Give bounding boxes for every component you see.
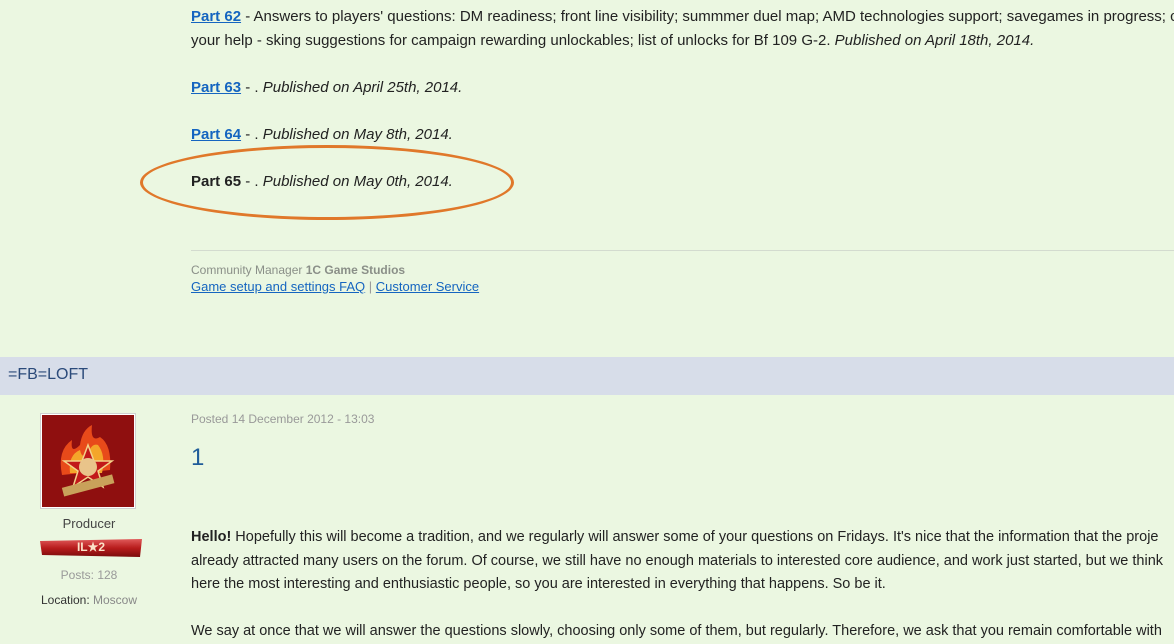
posted-label: Posted [191,412,229,426]
rank-badge: IL★2 [40,539,142,557]
customer-service-link[interactable]: Customer Service [376,279,479,294]
user-location: Location: Moscow [0,593,178,607]
signature-links: Game setup and settings FAQ | Customer S… [191,279,479,294]
avatar[interactable] [40,413,136,509]
part-62-published: Published on April 18th, 2014. [834,32,1035,49]
part-64-link[interactable]: Part 64 [191,126,241,143]
post-count: Posts: 128 [60,568,118,582]
post-date: Posted 14 December 2012 - 13:03 [191,412,374,426]
part-63-line: Part 63 - . Published on April 25th, 201… [191,76,462,100]
post-body-line-2: already attracted many users on the foru… [191,552,1164,569]
post-body-line-3: here the most interesting and enthusiast… [191,576,886,592]
rank-label: IL★2 [76,540,106,554]
part-62-line-1: Part 62 - Answers to players' questions:… [191,5,1174,29]
part-62-desc-2: your help - sking suggestions for campai… [191,32,835,49]
username-link[interactable]: =FB=LOFT [8,366,88,384]
part-62-link[interactable]: Part 62 [191,8,241,25]
user-role: Producer [62,516,116,531]
signature-role-prefix: Community Manager [191,263,306,277]
post-number[interactable]: 1 [191,444,204,472]
avatar-image [42,415,134,507]
post-body-text-1: Hopefully this will become a tradition, … [231,529,1159,545]
location-value: Moscow [93,593,138,607]
location-label: Location: [40,593,90,607]
part-63-published: Published on April 25th, 2014. [262,79,463,96]
part-64-line: Part 64 - . Published on May 8th, 2014. [191,123,453,147]
pioneer-badge-icon [42,415,134,507]
part-64-published: Published on May 8th, 2014. [262,126,453,143]
post-body-line-1: Hello! Hopefully this will become a trad… [191,526,1163,550]
post-greeting: Hello! [191,529,232,545]
link-separator: | [368,279,373,294]
part-62-desc-1: - Answers to players' questions: DM read… [241,8,1174,25]
signature-company: 1C Game Studios [305,263,406,277]
part-64-desc: - . [241,126,263,143]
post-body: Hello! Hopefully this will become a trad… [191,526,1163,597]
part-62-line-2: your help - sking suggestions for campai… [191,29,1034,53]
part-63-link[interactable]: Part 63 [191,79,241,96]
part-63-desc: - . [241,79,263,96]
posted-date-value: 14 December 2012 - 13:03 [231,412,375,426]
faq-link[interactable]: Game setup and settings FAQ [191,279,365,294]
signature-role: Community Manager 1C Game Studios [191,263,405,277]
post-user-bar: =FB=LOFT [0,357,1174,395]
highlight-oval [140,145,514,220]
signature-divider [191,250,1174,251]
